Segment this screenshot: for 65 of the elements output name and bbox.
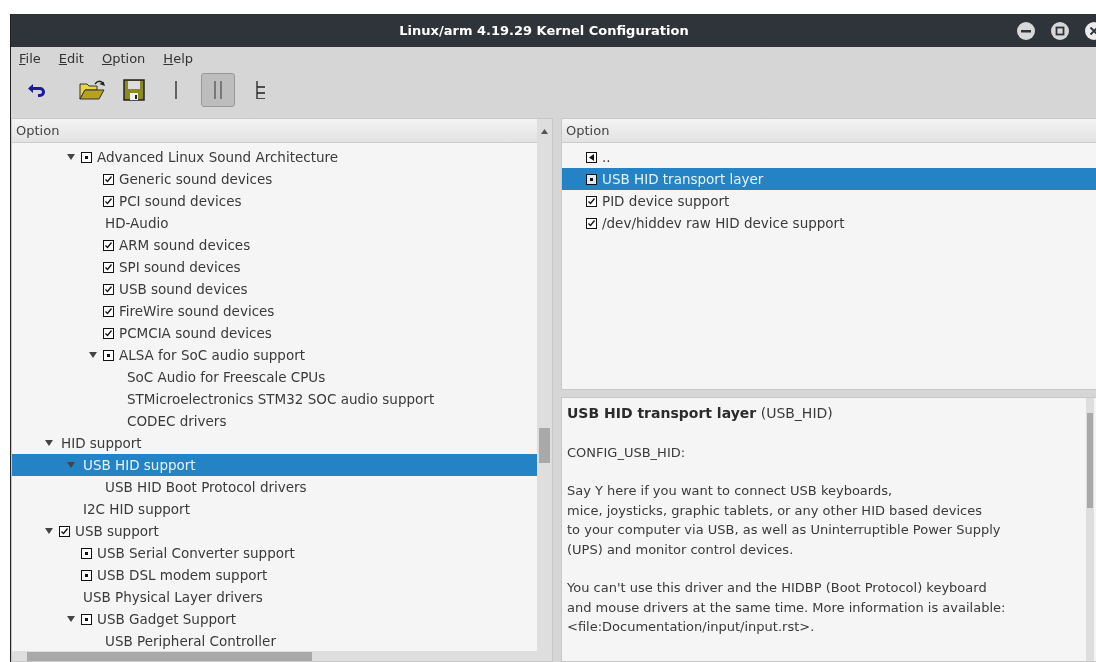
tree-row[interactable]: I2C HID support — [12, 498, 537, 520]
tree-row[interactable]: Advanced Linux Sound Architecture — [12, 146, 537, 168]
option-label: PID device support — [602, 193, 730, 209]
tree-row[interactable]: USB support — [12, 520, 537, 542]
help-paragraph: Say Y here if you want to connect USB keyboards, mice, joysticks, graphic tablets, or any other HID based devices to your computer via USB, as well as Uninterruptible Power Supply (UPS) and monitor control devices. — [567, 482, 1002, 559]
option-label: USB Serial Converter support — [97, 545, 295, 561]
list-row[interactable]: .. — [562, 146, 1096, 168]
tree-row[interactable]: USB HID support — [12, 454, 537, 476]
menu-item[interactable]: Edit — [58, 51, 84, 66]
list-row[interactable]: /dev/hiddev raw HID device support — [562, 212, 1096, 234]
option-label: PCMCIA sound devices — [119, 325, 272, 341]
option-label: Generic sound devices — [119, 171, 273, 187]
tree-row[interactable]: STMicroelectronics STM32 SOC audio support — [12, 388, 537, 410]
option-label: PCI sound devices — [119, 193, 242, 209]
tree-row[interactable]: SPI sound devices — [12, 256, 537, 278]
tree-row[interactable]: USB Physical Layer drivers — [12, 586, 537, 608]
option-label: FireWire sound devices — [119, 303, 275, 319]
option-label: SoC Audio for Freescale CPUs — [127, 369, 326, 385]
column-header[interactable]: Option — [562, 119, 1096, 143]
window-title: Linux/arm 4.19.29 Kernel Configuration — [398, 23, 690, 38]
option-label: USB DSL modem support — [97, 567, 268, 583]
tree-row[interactable]: CODEC drivers — [12, 410, 537, 432]
tree-row[interactable]: PCI sound devices — [12, 190, 537, 212]
option-label: STMicroelectronics STM32 SOC audio support — [127, 391, 435, 407]
option-label: USB HID Boot Protocol drivers — [105, 479, 307, 495]
option-label: USB HID support — [83, 457, 196, 473]
option-label: USB HID transport layer — [602, 171, 764, 187]
list-row[interactable]: PID device support — [562, 190, 1096, 212]
option-label: /dev/hiddev raw HID device support — [602, 215, 845, 231]
option-label: SPI sound devices — [119, 259, 241, 275]
option-label: USB support — [75, 523, 159, 539]
tree-row[interactable]: USB Serial Converter support — [12, 542, 537, 564]
tree-row[interactable]: Generic sound devices — [12, 168, 537, 190]
menu-item[interactable]: File — [19, 51, 41, 66]
config-symbol: CONFIG_USB_HID: — [567, 443, 687, 462]
list-row[interactable]: USB HID transport layer — [562, 168, 1096, 190]
help-paragraph: You can't use this driver and the HIDBP (Boot Protocol) keyboard and mouse drivers at the same time. More information is available: <file:Documentation/input/input.rst>. — [567, 579, 1007, 636]
option-label: USB sound devices — [119, 281, 248, 297]
option-label: ALSA for SoC audio support — [119, 347, 306, 363]
tree-row[interactable]: USB Gadget Support — [12, 608, 537, 630]
menu-item[interactable]: Help — [163, 51, 193, 66]
menu-item[interactable]: Option — [101, 51, 146, 66]
tree-row[interactable]: SoC Audio for Freescale CPUs — [12, 366, 537, 388]
option-label: USB Gadget Support — [97, 611, 237, 627]
option-label: .. — [602, 149, 611, 165]
tree-row[interactable]: PCMCIA sound devices — [12, 322, 537, 344]
tree-row[interactable]: ALSA for SoC audio support — [12, 344, 537, 366]
tree-row[interactable]: USB Peripheral Controller — [12, 630, 537, 651]
option-label: CODEC drivers — [127, 413, 227, 429]
tree-row[interactable]: USB HID Boot Protocol drivers — [12, 476, 537, 498]
tree-row[interactable]: HD-Audio — [12, 212, 537, 234]
tree-row[interactable]: FireWire sound devices — [12, 300, 537, 322]
option-label: I2C HID support — [83, 501, 190, 517]
tree-row[interactable]: USB DSL modem support — [12, 564, 537, 586]
option-label: ARM sound devices — [119, 237, 251, 253]
tree-row[interactable]: USB sound devices — [12, 278, 537, 300]
option-label: Advanced Linux Sound Architecture — [97, 149, 339, 165]
option-label: HD-Audio — [105, 215, 169, 231]
tree-row[interactable]: HID support — [12, 432, 537, 454]
option-label: USB Physical Layer drivers — [83, 589, 263, 605]
help-title: USB HID transport layer (USB_HID) — [567, 404, 834, 423]
tree-row[interactable]: ARM sound devices — [12, 234, 537, 256]
option-label: HID support — [61, 435, 142, 451]
option-label: USB Peripheral Controller — [105, 633, 276, 649]
column-header[interactable]: Option — [12, 119, 537, 143]
